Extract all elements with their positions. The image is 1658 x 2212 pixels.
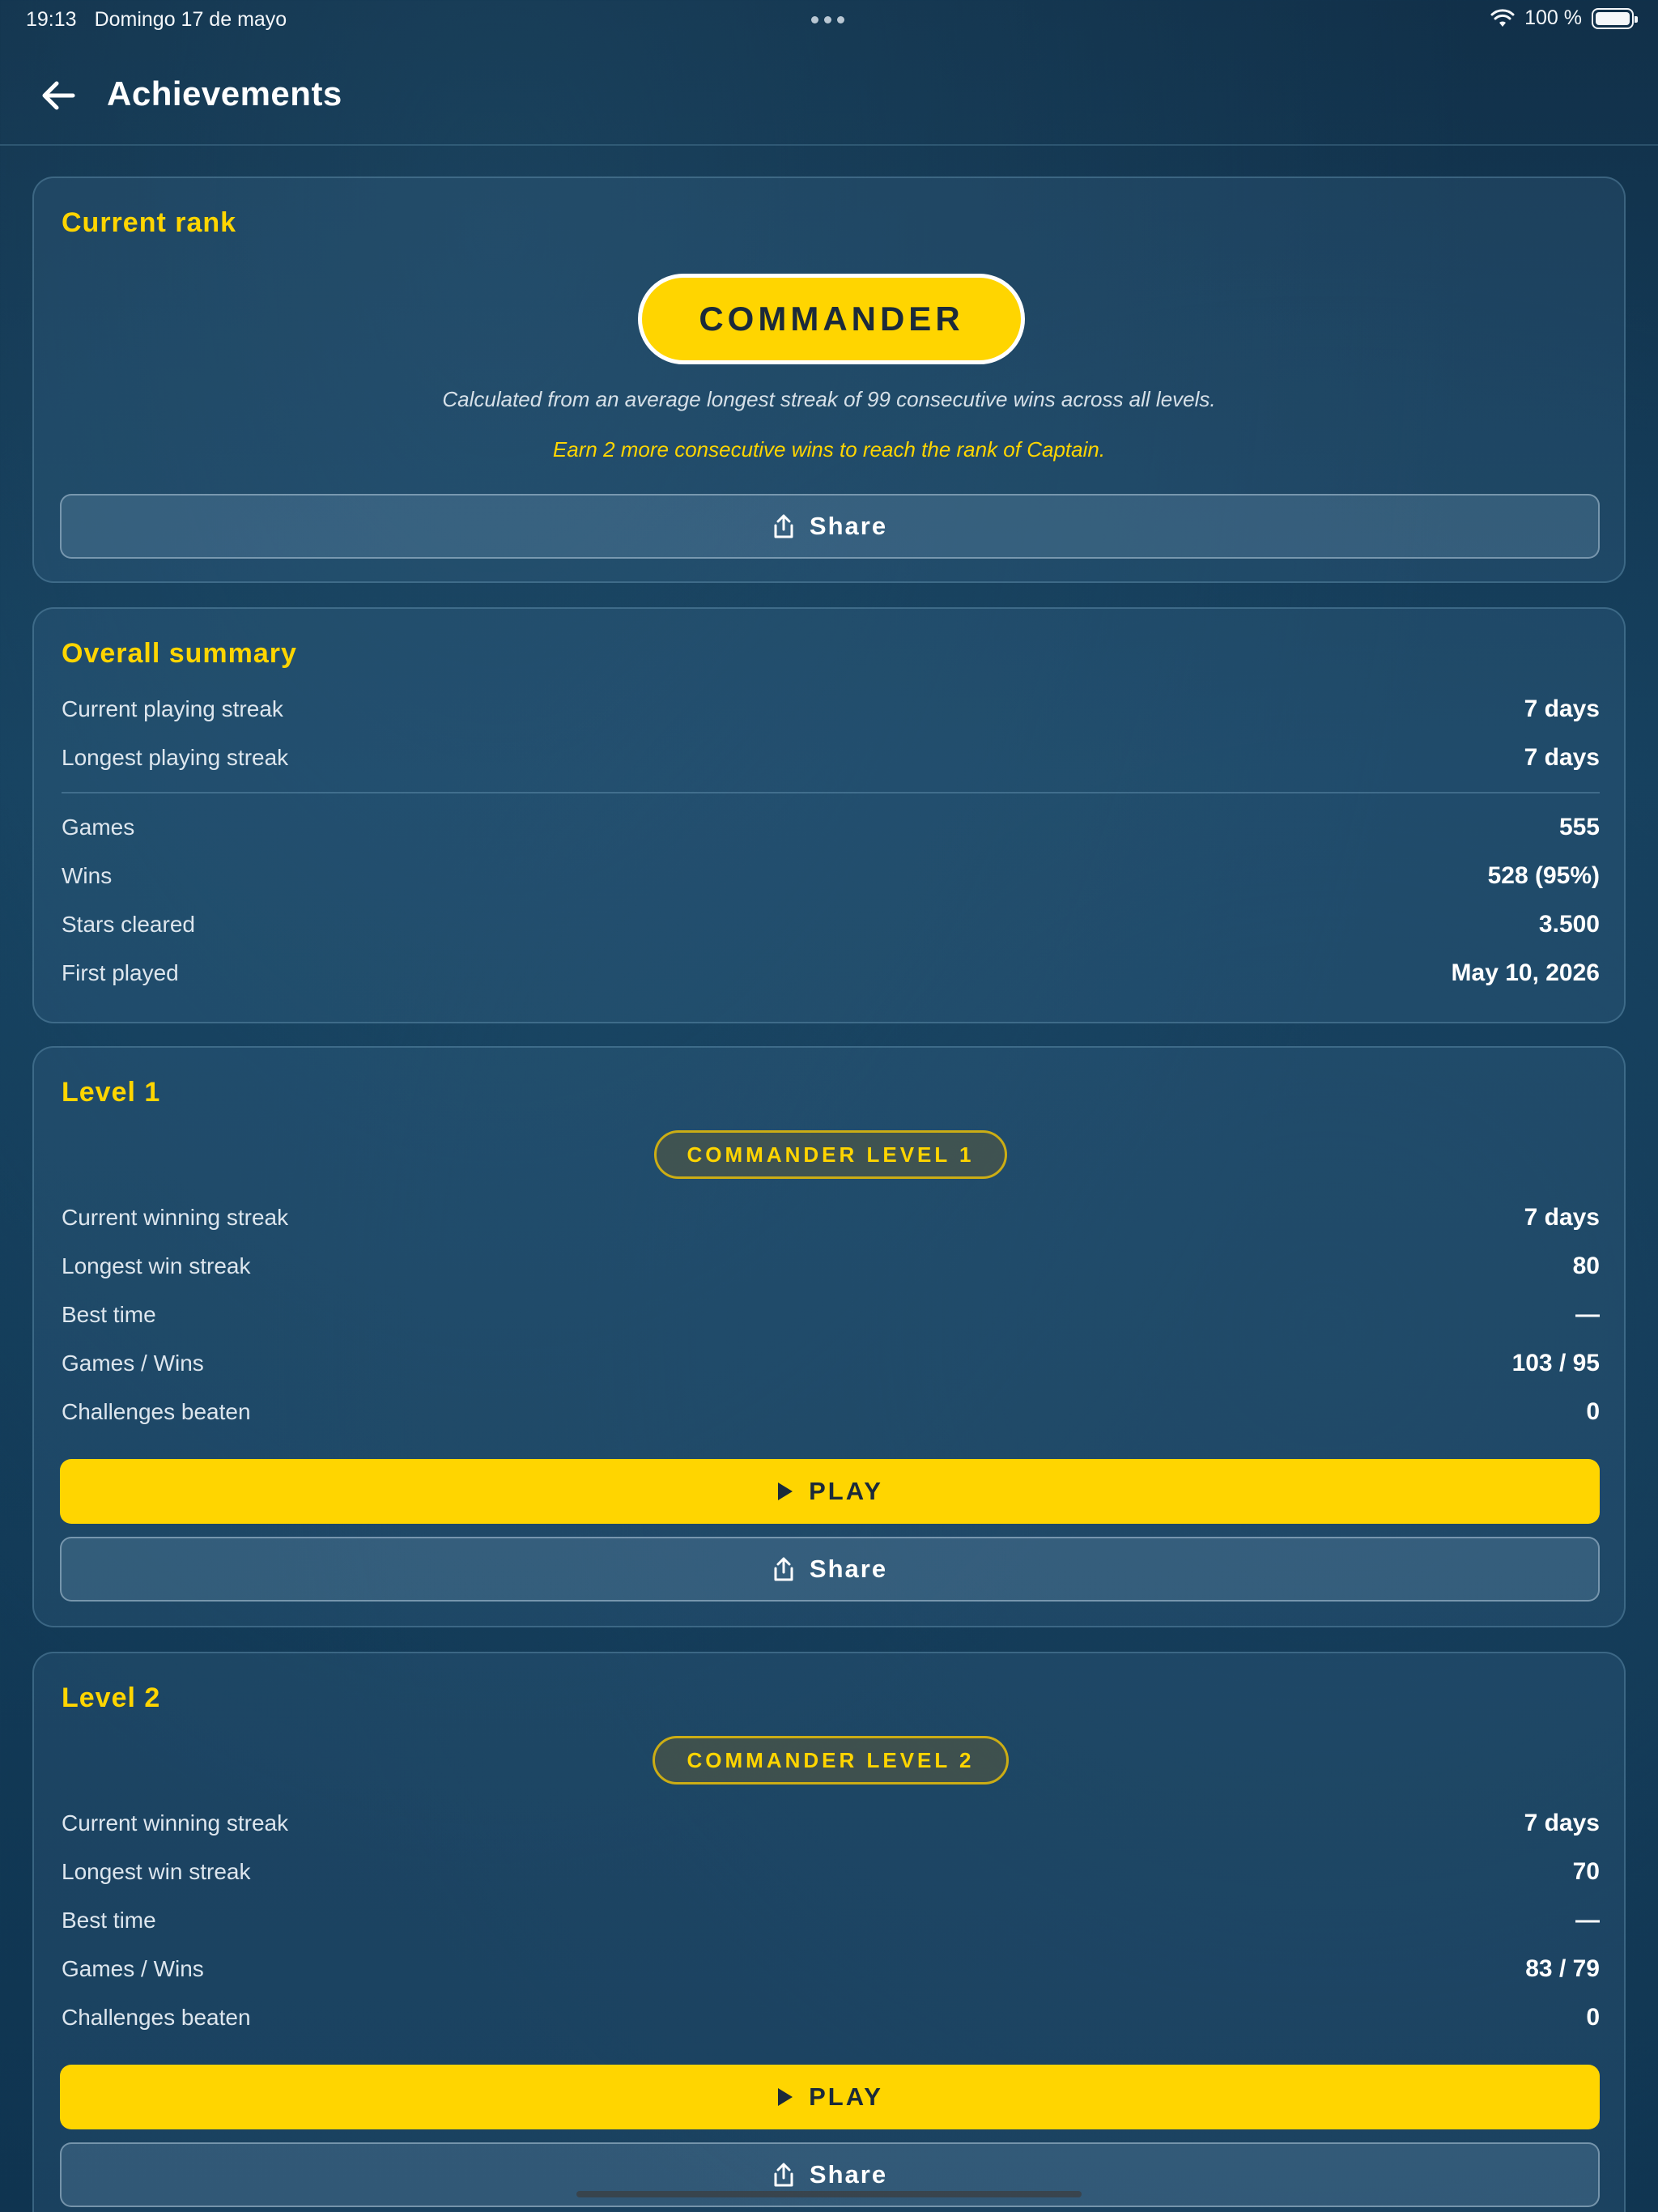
level-row: Best time — xyxy=(62,1904,1600,1937)
row-label: Challenges beaten xyxy=(62,2005,251,2030)
home-indicator[interactable] xyxy=(576,2191,1082,2197)
play-level-1-button[interactable]: PLAY xyxy=(60,1459,1600,1524)
level-card-2: Level 2 COMMANDER LEVEL 2 Current winnin… xyxy=(32,1652,1626,2212)
row-label: Best time xyxy=(62,1302,156,1327)
battery-icon xyxy=(1592,7,1638,29)
share-icon xyxy=(774,2163,793,2187)
row-value: 528 (95%) xyxy=(1487,862,1600,889)
row-value: — xyxy=(1575,1301,1600,1328)
row-value: 80 xyxy=(1572,1253,1600,1279)
level-row: Longest win streak 80 xyxy=(62,1250,1600,1283)
row-label: Best time xyxy=(62,1908,156,1933)
next-rank-hint: Earn 2 more consecutive wins to reach th… xyxy=(552,437,1106,462)
page-title: Achievements xyxy=(107,74,342,113)
level-title: Level 1 xyxy=(62,1077,161,1108)
play-label: PLAY xyxy=(809,1477,883,1505)
wifi-icon xyxy=(1490,8,1515,27)
row-value: 0 xyxy=(1586,1398,1600,1425)
divider xyxy=(62,792,1600,793)
multitasking-dots-icon[interactable] xyxy=(811,16,844,23)
row-value: May 10, 2026 xyxy=(1451,959,1600,986)
status-date: Domingo 17 de mayo xyxy=(94,8,287,31)
level-row: Current winning streak 7 days xyxy=(62,1202,1600,1234)
play-level-2-button[interactable]: PLAY xyxy=(60,2065,1600,2129)
level-row: Best time — xyxy=(62,1299,1600,1331)
row-value: 83 / 79 xyxy=(1525,1955,1600,1982)
row-value: 0 xyxy=(1586,2004,1600,2031)
level-row: Challenges beaten 0 xyxy=(62,1396,1600,1428)
row-value: — xyxy=(1575,1907,1600,1933)
status-time: 19:13 xyxy=(26,8,77,31)
row-label: Games / Wins xyxy=(62,1351,204,1376)
row-label: Current winning streak xyxy=(62,1810,289,1836)
level-row: Current winning streak 7 days xyxy=(62,1807,1600,1840)
summary-row: Longest playing streak 7 days xyxy=(62,742,1600,774)
row-value: 555 xyxy=(1558,814,1600,840)
row-value: 7 days xyxy=(1524,1810,1600,1836)
play-icon xyxy=(778,1482,793,1500)
status-left: 19:13 Domingo 17 de mayo xyxy=(26,8,287,32)
row-value: 7 days xyxy=(1524,696,1600,722)
row-label: Current playing streak xyxy=(62,696,283,721)
level-row: Longest win streak 70 xyxy=(62,1856,1600,1888)
row-value: 7 days xyxy=(1524,744,1600,771)
summary-card-title: Overall summary xyxy=(62,638,297,669)
share-level-1-button[interactable]: Share xyxy=(60,1537,1600,1602)
back-button[interactable] xyxy=(37,74,79,117)
summary-row: Current playing streak 7 days xyxy=(62,693,1600,725)
status-bar: 19:13 Domingo 17 de mayo 100 % xyxy=(0,0,1658,39)
arrow-left-icon xyxy=(42,81,75,110)
row-label: Longest win streak xyxy=(62,1859,251,1884)
summary-card: Overall summary Current playing streak 7… xyxy=(32,607,1626,1023)
row-label: Wins xyxy=(62,863,113,888)
rank-card: Current rank COMMANDER Calculated from a… xyxy=(32,177,1626,583)
row-label: Stars cleared xyxy=(62,912,195,937)
summary-row: First played May 10, 2026 xyxy=(62,957,1600,989)
level-rank-badge: COMMANDER LEVEL 2 xyxy=(653,1736,1009,1784)
row-value: 70 xyxy=(1572,1858,1600,1885)
level-title: Level 2 xyxy=(62,1682,161,1713)
row-label: Current winning streak xyxy=(62,1205,289,1230)
share-icon xyxy=(774,1557,793,1581)
row-label: First played xyxy=(62,960,179,985)
share-label: Share xyxy=(809,512,888,540)
row-label: Challenges beaten xyxy=(62,1399,251,1424)
row-label: Longest playing streak xyxy=(62,745,289,770)
header: Achievements xyxy=(0,39,1658,146)
rank-badge: COMMANDER xyxy=(638,274,1025,364)
share-label: Share xyxy=(809,2160,888,2189)
play-icon xyxy=(778,2088,793,2106)
row-label: Games / Wins xyxy=(62,1956,204,1981)
share-level-2-button[interactable]: Share xyxy=(60,2142,1600,2207)
rank-card-title: Current rank xyxy=(62,207,237,238)
row-value: 103 / 95 xyxy=(1511,1350,1600,1376)
rank-description: Calculated from an average longest strea… xyxy=(442,387,1216,411)
play-label: PLAY xyxy=(809,2082,883,2111)
level-card-1: Level 1 COMMANDER LEVEL 1 Current winnin… xyxy=(32,1046,1626,1627)
share-label: Share xyxy=(809,1555,888,1583)
row-label: Longest win streak xyxy=(62,1253,251,1278)
status-right: 100 % xyxy=(1490,6,1638,30)
row-value: 3.500 xyxy=(1538,911,1600,938)
level-row: Games / Wins 103 / 95 xyxy=(62,1347,1600,1380)
share-icon xyxy=(774,514,793,538)
row-value: 7 days xyxy=(1524,1204,1600,1231)
summary-row: Games 555 xyxy=(62,811,1600,844)
summary-row: Stars cleared 3.500 xyxy=(62,908,1600,941)
level-rank-badge: COMMANDER LEVEL 1 xyxy=(654,1130,1007,1179)
row-label: Games xyxy=(62,815,135,840)
summary-row: Wins 528 (95%) xyxy=(62,860,1600,892)
level-row: Games / Wins 83 / 79 xyxy=(62,1953,1600,1985)
share-rank-button[interactable]: Share xyxy=(60,494,1600,559)
battery-percent: 100 % xyxy=(1524,6,1582,29)
level-row: Challenges beaten 0 xyxy=(62,2001,1600,2034)
